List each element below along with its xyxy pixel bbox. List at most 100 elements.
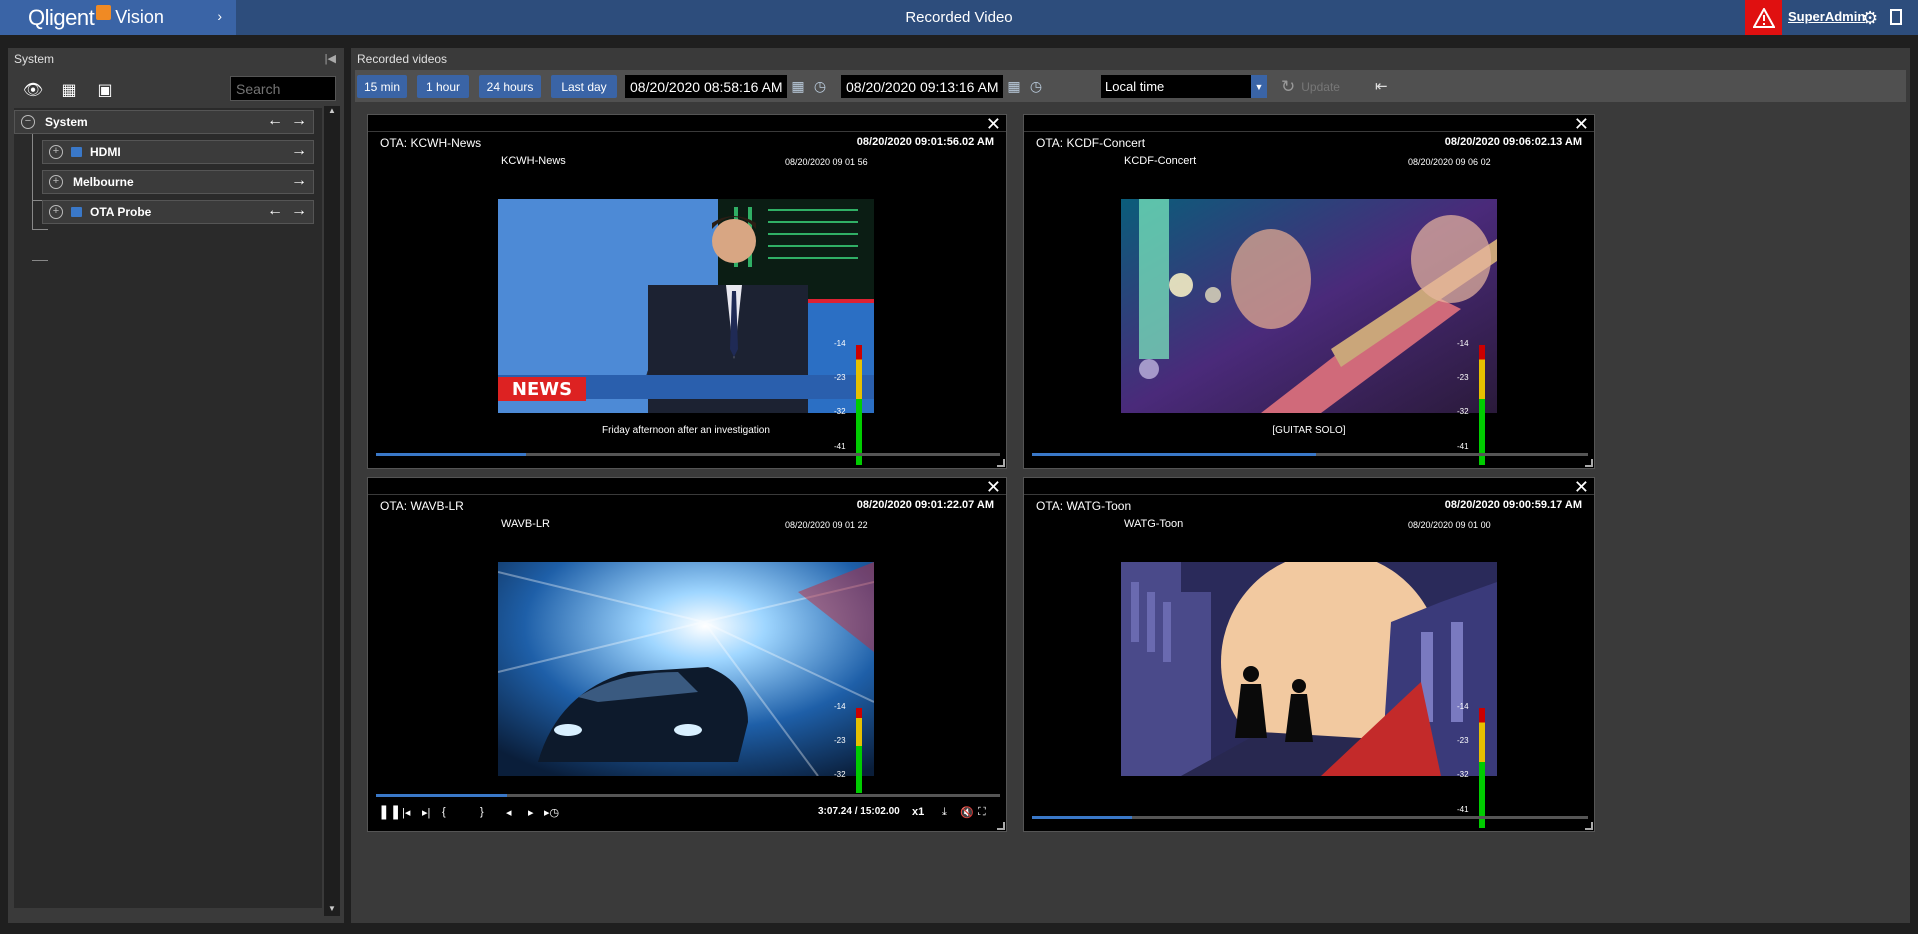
panel-toggle-icon[interactable]: ⇤ xyxy=(1375,77,1388,95)
video-frame[interactable]: NEWS xyxy=(498,199,874,413)
tree-node-system[interactable]: − System ← → xyxy=(14,110,314,134)
skip-start-icon[interactable]: |◂ xyxy=(402,806,410,819)
level-label: -23 xyxy=(1457,373,1469,382)
expand-icon[interactable]: + xyxy=(49,205,63,219)
arrow-right-icon[interactable]: → xyxy=(291,172,307,190)
pause-icon[interactable]: ❚❚ xyxy=(378,803,401,820)
level-label: -41 xyxy=(1457,805,1469,814)
expand-icon[interactable]: + xyxy=(49,175,63,189)
video-frame[interactable] xyxy=(1121,562,1497,776)
video-frame[interactable] xyxy=(1121,199,1497,413)
resize-handle[interactable] xyxy=(997,459,1005,467)
device-alt-icon[interactable]: ▣ xyxy=(92,78,118,102)
tree-node-label: System xyxy=(45,115,88,129)
tree-node-hdmi[interactable]: + HDMI → xyxy=(42,140,314,164)
progress-fill xyxy=(376,453,526,456)
video-tile[interactable]: ✕ OTA: WAVB-LR 08/20/2020 09:01:22.07 AM… xyxy=(367,477,1007,832)
user-link[interactable]: SuperAdmin xyxy=(1788,9,1865,24)
scroll-up-icon[interactable]: ▲ xyxy=(324,106,340,118)
alert-button[interactable] xyxy=(1745,0,1782,35)
page-title: Recorded Video xyxy=(905,9,1013,26)
timezone-select[interactable]: Local time ▼ xyxy=(1101,75,1267,98)
arrow-right-icon[interactable]: → xyxy=(291,142,307,160)
level-label: -14 xyxy=(1457,339,1469,348)
mark-out-icon[interactable]: } xyxy=(480,806,484,818)
step-forward-icon[interactable]: ▸ xyxy=(528,806,534,819)
progress-fill xyxy=(1032,816,1133,819)
clock-icon[interactable]: ◷ xyxy=(1025,75,1047,98)
end-datetime-input[interactable]: 08/20/2020 09:13:16 AM xyxy=(841,75,1003,98)
search-input[interactable] xyxy=(230,76,336,101)
arrow-left-icon[interactable]: ← xyxy=(267,112,283,130)
playback-progress-bar[interactable] xyxy=(1032,453,1588,456)
update-button[interactable]: ↻ Update xyxy=(1281,75,1359,98)
range-1hour-button[interactable]: 1 hour xyxy=(417,75,469,98)
video-tile[interactable]: ✕ OTA: KCWH-News 08/20/2020 09:01:56.02 … xyxy=(367,114,1007,469)
mark-in-icon[interactable]: { xyxy=(442,806,446,818)
level-label: -14 xyxy=(1457,702,1469,711)
gear-icon[interactable]: ⚙ xyxy=(1862,8,1878,29)
video-frame[interactable] xyxy=(498,562,874,776)
recorded-videos-panel: Recorded videos 15 min 1 hour 24 hours L… xyxy=(351,48,1910,923)
level-label: -41 xyxy=(834,442,846,451)
clock-icon[interactable]: ◷ xyxy=(809,75,831,98)
system-panel: System |◀ 👁 ▦ ▣ − System ← → + HDMI → + … xyxy=(8,48,344,923)
resize-handle[interactable] xyxy=(1585,459,1593,467)
arrow-left-icon[interactable]: ← xyxy=(267,202,283,220)
tile-timestamp: 08/20/2020 09:01:22.07 AM xyxy=(856,499,994,511)
level-label: -23 xyxy=(834,373,846,382)
calendar-icon[interactable]: ▦ xyxy=(1003,75,1025,98)
step-back-icon[interactable]: ◂ xyxy=(506,806,512,819)
tree-node-ota-probe[interactable]: + OTA Probe ← → xyxy=(42,200,314,224)
tree-node-label: HDMI xyxy=(90,145,121,159)
video-tile[interactable]: ✕ OTA: WATG-Toon 08/20/2020 09:00:59.17 … xyxy=(1023,477,1595,832)
skip-end-icon[interactable]: ▸| xyxy=(422,806,430,819)
mute-icon[interactable]: 🔇 xyxy=(960,806,974,819)
collapse-icon[interactable]: − xyxy=(21,115,35,129)
start-datetime-input[interactable]: 08/20/2020 08:58:16 AM xyxy=(625,75,787,98)
tile-channel: KCDF-Concert xyxy=(1124,155,1197,167)
tile-overlay-time: 08/20/2020 09 01 56 xyxy=(785,157,868,167)
goto-time-icon[interactable]: ▸◷ xyxy=(544,806,559,819)
cube-icon xyxy=(71,207,82,217)
tile-name: OTA: WAVB-LR xyxy=(380,499,464,513)
tile-timestamp: 08/20/2020 09:06:02.13 AM xyxy=(1444,136,1582,148)
level-label: -32 xyxy=(1457,770,1469,779)
audio-level-meter xyxy=(1479,345,1485,465)
arrow-right-icon[interactable]: → xyxy=(291,112,307,130)
svg-text:NEWS: NEWS xyxy=(512,379,572,400)
scroll-down-icon[interactable]: ▼ xyxy=(324,904,340,916)
logout-icon[interactable] xyxy=(1890,9,1902,25)
audio-level-meter xyxy=(856,345,862,465)
tile-divider xyxy=(1024,494,1594,495)
tree-node-melbourne[interactable]: + Melbourne → xyxy=(42,170,314,194)
calendar-icon[interactable]: ▦ xyxy=(787,75,809,98)
collapse-panel-icon[interactable]: |◀ xyxy=(325,52,336,65)
level-label: -41 xyxy=(1457,442,1469,451)
top-bar: Qligent Vision › Recorded Video SuperAdm… xyxy=(0,0,1918,35)
view-icon[interactable]: 👁 xyxy=(20,78,46,102)
system-panel-title: System xyxy=(14,52,55,66)
tree-scrollbar[interactable]: ▲ ▼ xyxy=(324,106,340,916)
tile-overlay-time: 08/20/2020 09 06 02 xyxy=(1408,157,1491,167)
playback-speed[interactable]: x1 xyxy=(912,806,924,818)
playback-progress-bar[interactable] xyxy=(376,453,1000,456)
range-24hours-button[interactable]: 24 hours xyxy=(479,75,541,98)
fullscreen-icon[interactable]: ⛶ xyxy=(978,806,986,819)
tree-line xyxy=(32,260,48,261)
resize-handle[interactable] xyxy=(997,822,1005,830)
device-icon[interactable]: ▦ xyxy=(56,78,82,102)
tile-overlay-time: 08/20/2020 09 01 22 xyxy=(785,520,868,530)
playback-progress-bar[interactable] xyxy=(376,794,1000,797)
arrow-right-icon[interactable]: → xyxy=(291,202,307,220)
chevron-down-icon[interactable]: ▼ xyxy=(1251,75,1267,98)
video-tile[interactable]: ✕ OTA: KCDF-Concert 08/20/2020 09:06:02.… xyxy=(1023,114,1595,469)
audio-level-meter xyxy=(856,708,862,793)
resize-handle[interactable] xyxy=(1585,822,1593,830)
expand-icon[interactable]: + xyxy=(49,145,63,159)
range-15min-button[interactable]: 15 min xyxy=(357,75,407,98)
playback-progress-bar[interactable] xyxy=(1032,816,1588,819)
download-icon[interactable]: ⤓ xyxy=(942,806,947,819)
range-lastday-button[interactable]: Last day xyxy=(551,75,617,98)
tile-timestamp: 08/20/2020 09:01:56.02 AM xyxy=(856,136,994,148)
